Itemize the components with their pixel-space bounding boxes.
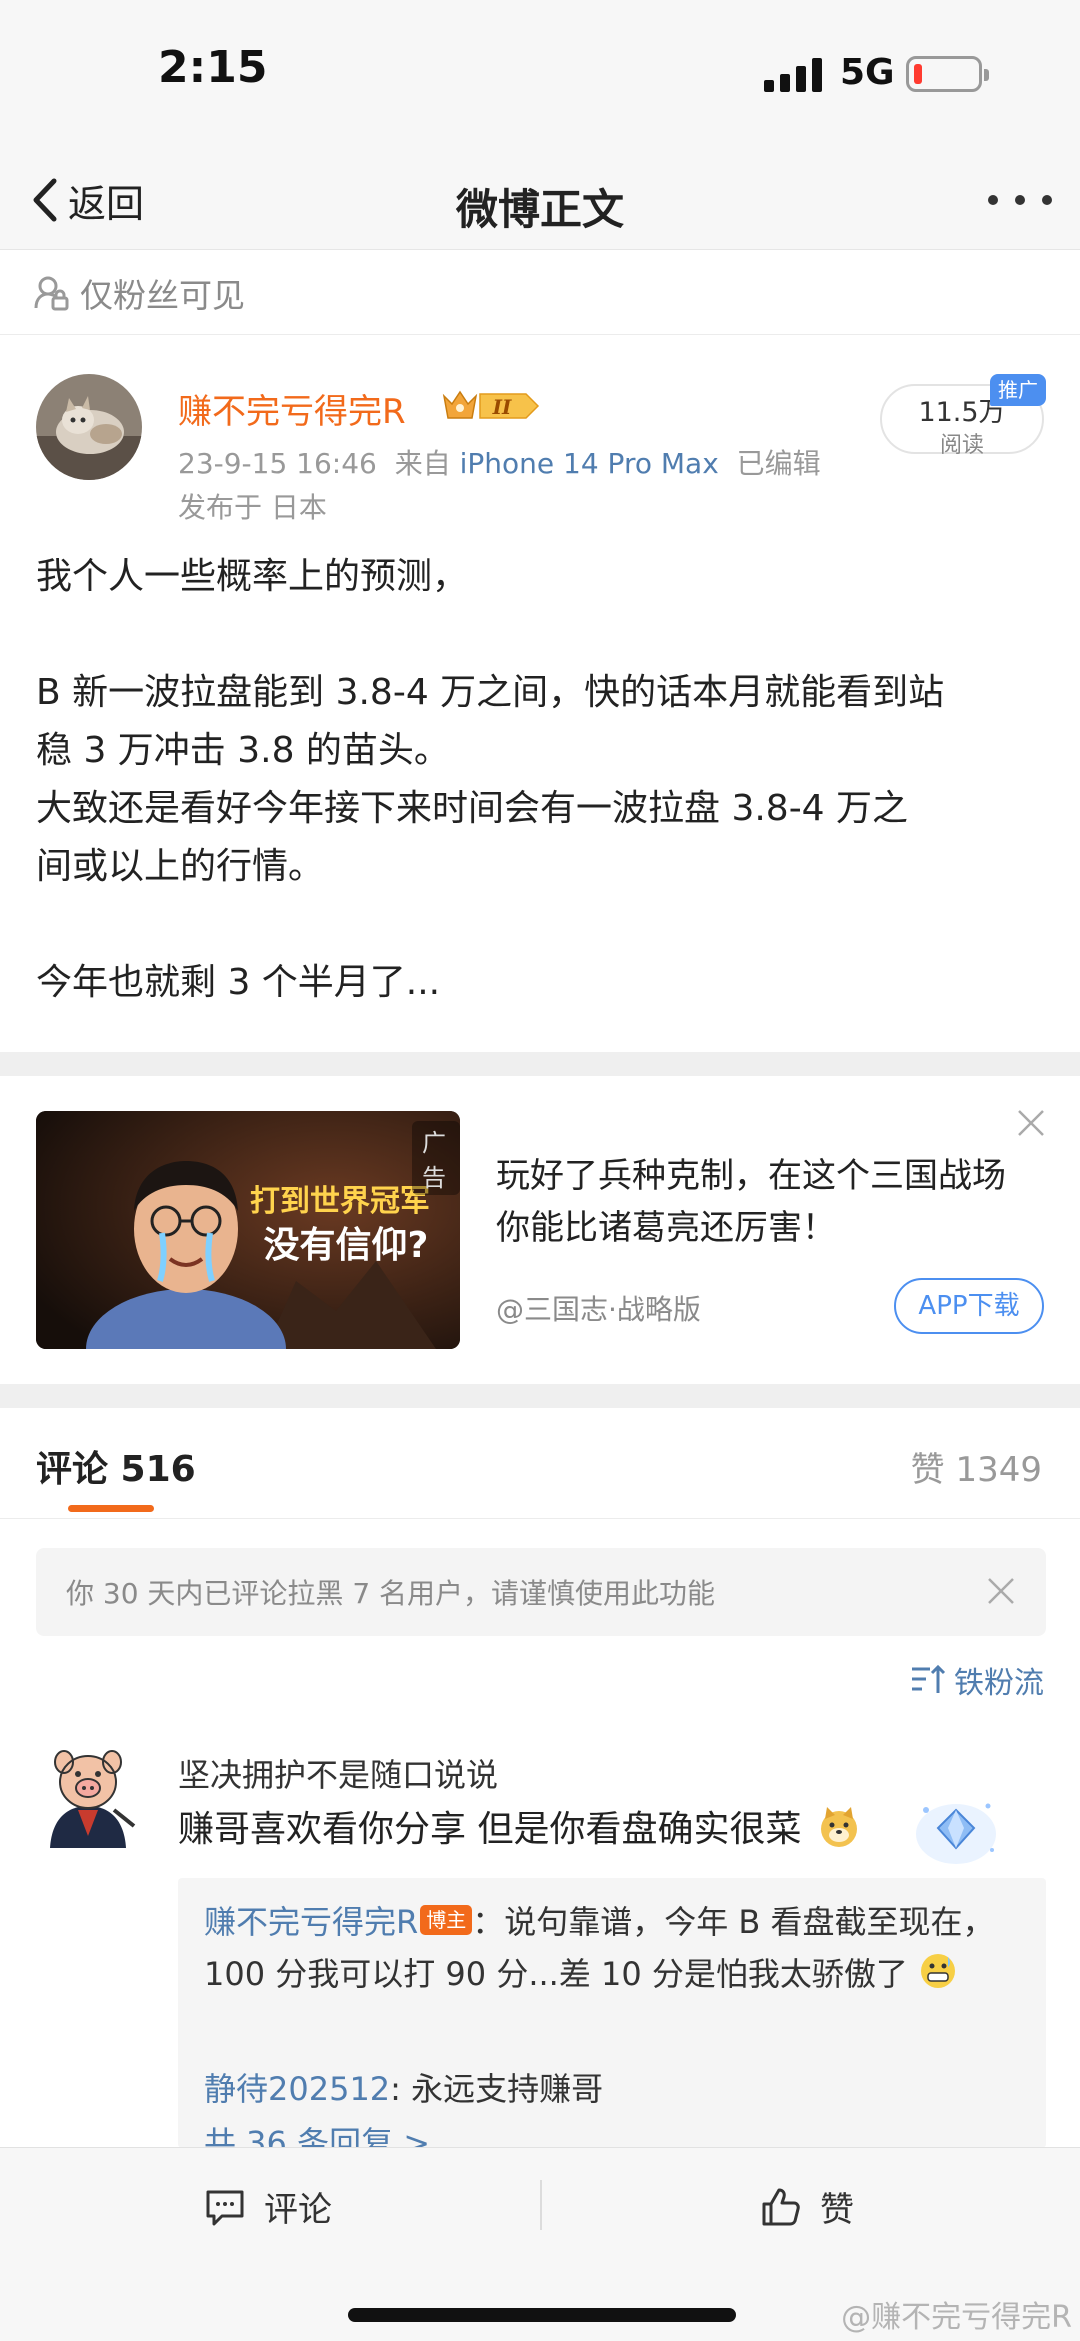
battery-icon	[906, 56, 989, 92]
thumbs-up-icon	[762, 2188, 800, 2225]
status-time: 2:15	[158, 42, 268, 93]
close-icon[interactable]	[986, 1576, 1016, 1606]
post-line: 稳 3 万冲击 3.8 的苗头。	[36, 730, 450, 771]
bottom-action-bar: 评论 赞 @赚不完亏得完R	[0, 2147, 1080, 2341]
reply-author[interactable]: 静待202512	[204, 2070, 390, 2108]
signal-icon	[764, 58, 824, 92]
doge-emoji-icon	[820, 1807, 857, 1847]
ad-headline[interactable]: 玩好了兵种克制，在这个三国战场你能比诸葛亮还厉害！	[496, 1150, 1036, 1254]
tab-comments[interactable]: 评论 516	[36, 1440, 196, 1492]
watermark: @赚不完亏得完R	[841, 2300, 1072, 2335]
tab-likes[interactable]: 赞 1349	[911, 1442, 1042, 1491]
reply-item: 赚不完亏得完R 博主 ：说句靠谱，今年 B 看盘截至现在，100 分我可以打 90 …	[204, 1896, 1034, 2000]
home-indicator[interactable]	[348, 2308, 736, 2322]
nav-bar: 返回 微博正文	[0, 150, 1080, 250]
author-name[interactable]: 赚不完亏得完R	[178, 384, 406, 433]
grimace-emoji-icon	[921, 1954, 956, 1988]
comment-icon	[206, 2190, 244, 2225]
commenter-name[interactable]: 坚决拥护不是随口说说	[178, 1750, 498, 1796]
tab-indicator	[68, 1505, 154, 1512]
post-body: 我个人一些概率上的预测， B 新一波拉盘能到 3.8-4 万之间，快的话本月就能…	[36, 548, 1046, 1012]
read-count-label: 阅读	[939, 433, 984, 458]
ad-image-line1: 打到世界冠军	[250, 1184, 430, 1219]
section-divider	[0, 1384, 1080, 1408]
post-edited[interactable]: 已编辑	[737, 447, 821, 480]
reply-text: : 永远支持赚哥	[390, 2070, 604, 2108]
author-avatar[interactable]	[36, 374, 142, 480]
network-type: 5G	[840, 52, 895, 93]
sort-icon	[912, 1664, 946, 1693]
ad-source[interactable]: @三国志·战略版	[496, 1288, 701, 1328]
section-divider	[0, 1052, 1080, 1076]
vip-level: II	[492, 395, 512, 419]
comment-button[interactable]: 评论	[204, 2182, 332, 2231]
visibility-row: 仅粉丝可见	[0, 251, 1080, 335]
post-line: 大致还是看好今年接下来时间会有一波拉盘 3.8-4 万之	[36, 788, 909, 829]
block-notice-text: 你 30 天内已评论拉黑 7 名用户，请谨慎使用此功能	[66, 1577, 716, 1610]
ad-image[interactable]: 打到世界冠军 没有信仰? 广告	[36, 1111, 460, 1349]
post-meta: 23-9-15 16:46 来自 iPhone 14 Pro Max 已编辑	[178, 442, 821, 482]
like-button-label: 赞	[820, 2190, 854, 2230]
block-notice: 你 30 天内已评论拉黑 7 名用户，请谨慎使用此功能	[36, 1548, 1046, 1636]
comment-text: 赚哥喜欢看你分享 但是你看盘确实很菜	[178, 1800, 861, 1852]
diamond-sticker-icon	[916, 1803, 996, 1864]
commenter-avatar[interactable]	[34, 1740, 142, 1848]
blogger-tag: 博主	[420, 1905, 473, 1935]
page-title: 微博正文	[455, 185, 624, 234]
ad-label: 广告	[412, 1121, 460, 1195]
app-download-button[interactable]: APP下载	[894, 1278, 1044, 1334]
divider	[540, 2180, 542, 2230]
reply-preview[interactable]: 赚不完亏得完R 博主 ：说句靠谱，今年 B 看盘截至现在，100 分我可以打 90 …	[178, 1878, 1046, 2148]
divider	[0, 1518, 1080, 1519]
sort-label: 铁粉流	[954, 1666, 1044, 1701]
more-options-icon[interactable]	[988, 180, 1052, 220]
comment-content: 赚哥喜欢看你分享 但是你看盘确实很菜	[178, 1809, 802, 1850]
post-line: 今年也就剩 3 个半月了...	[36, 962, 441, 1003]
comment-button-label: 评论	[264, 2190, 332, 2230]
more-replies-link[interactable]: 共 36 条回复 >	[204, 2118, 430, 2148]
post-location: 发布于 日本	[178, 491, 327, 524]
back-label: 返回	[68, 181, 145, 226]
post-line: 我个人一些概率上的预测，	[36, 556, 469, 597]
fans-only-icon	[34, 276, 69, 310]
promote-tag[interactable]: 推广	[990, 374, 1046, 406]
visibility-label: 仅粉丝可见	[80, 275, 245, 315]
reply-author[interactable]: 赚不完亏得完R	[204, 1903, 418, 1941]
sort-button[interactable]: 铁粉流	[910, 1658, 1044, 1702]
post-time: 23-9-15 16:46	[178, 447, 377, 480]
post-line: B 新一波拉盘能到 3.8-4 万之间，快的话本月就能看到站	[36, 672, 945, 713]
chevron-left-icon	[33, 178, 57, 222]
vip-badge-icon[interactable]: II	[442, 386, 542, 426]
close-icon[interactable]	[1016, 1108, 1046, 1138]
post-from: 来自	[394, 447, 451, 480]
status-bar: 2:15 5G	[0, 0, 1080, 150]
post-line: 间或以上的行情。	[36, 846, 325, 887]
back-button[interactable]: 返回	[28, 168, 144, 232]
reply-item: 静待202512: 永远支持赚哥	[204, 2064, 603, 2110]
post-device[interactable]: iPhone 14 Pro Max	[460, 447, 719, 480]
like-button[interactable]: 赞	[760, 2182, 854, 2231]
ad-image-line2: 没有信仰?	[264, 1225, 429, 1266]
